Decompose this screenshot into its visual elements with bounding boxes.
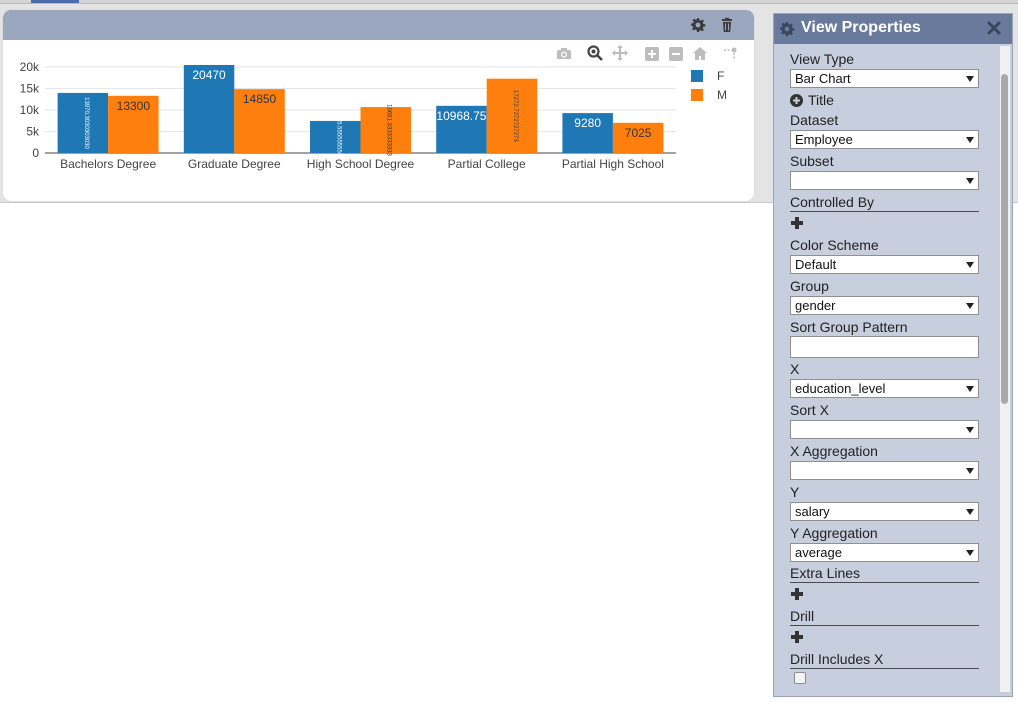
bar-value-label: 7025 <box>625 126 652 140</box>
legend-label[interactable]: M <box>717 88 727 102</box>
extra-lines-divider <box>790 582 979 583</box>
y-tick-label: 15k <box>20 82 40 96</box>
y-tick-label: 0 <box>32 146 39 160</box>
chart-card-header <box>3 10 754 40</box>
controlled-by-divider <box>790 211 979 212</box>
bar[interactable] <box>57 92 109 153</box>
x-tick-label: Partial High School <box>562 157 664 171</box>
gear-icon[interactable] <box>690 17 706 33</box>
close-icon[interactable] <box>986 20 1002 36</box>
chevron-down-icon <box>966 178 974 184</box>
x-tick-label: Graduate Degree <box>188 157 281 171</box>
bar-value-label: 13300 <box>117 99 151 113</box>
legend: FM <box>691 69 727 102</box>
add-extra-line-icon[interactable] <box>790 587 804 601</box>
add-drill-icon[interactable] <box>790 630 804 644</box>
bar-value-label: 10681.3333333333 <box>386 104 392 156</box>
bar-value-label: 7455.55555555556 <box>335 111 341 163</box>
chevron-down-icon <box>966 76 974 82</box>
y-value: salary <box>795 504 830 519</box>
dataset-label: Dataset <box>790 112 839 128</box>
bar-value-label: 10968.75 <box>436 109 486 123</box>
chevron-down-icon <box>966 468 974 474</box>
bar[interactable] <box>486 78 538 153</box>
chevron-down-icon <box>966 303 974 309</box>
view-type-value: Bar Chart <box>795 71 851 86</box>
x-aggregation-label: X Aggregation <box>790 443 878 459</box>
sort-group-input[interactable] <box>790 336 979 358</box>
sort-x-select[interactable] <box>790 420 979 439</box>
bar-value-label: 9280 <box>574 116 601 130</box>
sort-x-label: Sort X <box>790 402 829 418</box>
view-type-select[interactable]: Bar Chart <box>790 69 979 88</box>
trash-icon[interactable] <box>719 17 735 33</box>
dataset-value: Employee <box>795 132 853 147</box>
chart-card: 0 5k 10k 15k 20k 13970.3030303030 13300 20470 1… <box>3 10 754 201</box>
x-value: education_level <box>795 381 886 396</box>
y-aggregation-label: Y Aggregation <box>790 525 878 541</box>
drill-includes-x-divider <box>790 668 979 669</box>
top-toolbar-strip <box>0 0 1018 4</box>
drill-includes-x-label: Drill Includes X <box>790 651 884 667</box>
x-tick-label: Partial College <box>448 157 526 171</box>
bar-value-label: 13970.3030303030 <box>83 97 89 149</box>
drill-label: Drill <box>790 608 815 624</box>
y-tick-label: 10k <box>20 103 40 117</box>
view-properties-panel: View Properties View Type Bar Chart Titl… <box>773 13 1013 697</box>
y-label: Y <box>790 484 800 500</box>
extra-lines-label: Extra Lines <box>790 565 861 581</box>
chevron-down-icon <box>966 262 974 268</box>
legend-label[interactable]: F <box>717 69 724 83</box>
controlled-by-label: Controlled By <box>790 194 875 210</box>
drill-divider <box>790 625 979 626</box>
chevron-down-icon <box>966 137 974 143</box>
panel-title: View Properties <box>801 19 921 36</box>
chevron-down-icon <box>966 550 974 556</box>
bar[interactable] <box>360 107 411 153</box>
bar-value-label: 14850 <box>243 92 277 106</box>
x-axis-ticks: Bachelors Degree Graduate Degree High Scho… <box>60 157 664 171</box>
bar-chart: 05k10k15k20k 13970.3030303030 13300204701… <box>20 60 727 171</box>
chevron-down-icon <box>966 509 974 515</box>
x-tick-label: Bachelors Degree <box>60 157 156 171</box>
legend-swatch[interactable] <box>691 70 703 82</box>
x-aggregation-select[interactable] <box>790 461 979 480</box>
sort-group-label: Sort Group Pattern <box>790 319 908 335</box>
y-aggregation-select[interactable]: average <box>790 543 979 562</box>
panel-header[interactable]: View Properties <box>774 14 1012 44</box>
gear-icon <box>780 22 795 36</box>
y-select[interactable]: salary <box>790 502 979 521</box>
chevron-down-icon <box>966 427 974 433</box>
x-tick-label: High School Degree <box>307 157 415 171</box>
view-type-label: View Type <box>790 51 855 67</box>
bars: 13970.3030303030 13300 20470 14850 7455.5555… <box>57 64 664 163</box>
chevron-down-icon <box>966 386 974 392</box>
bar-value-label: 17272.7272727273 <box>512 90 518 142</box>
y-axis-ticks: 0 5k 10k 15k 20k <box>20 60 40 160</box>
color-scheme-value: Default <box>795 257 837 272</box>
color-scheme-select[interactable]: Default <box>790 255 979 274</box>
circle-plus-icon <box>790 94 803 107</box>
group-select[interactable]: gender <box>790 296 979 315</box>
y-tick-label: 5k <box>26 125 40 139</box>
x-select[interactable]: education_level <box>790 379 979 398</box>
dataset-select[interactable]: Employee <box>790 130 979 149</box>
scrollbar-thumb[interactable] <box>1001 74 1008 404</box>
title-label: Title <box>808 92 834 108</box>
drill-includes-x-checkbox[interactable] <box>794 672 806 684</box>
bar-value-label: 20470 <box>192 68 226 82</box>
group-label: Group <box>790 278 829 294</box>
add-controlled-by-icon[interactable] <box>790 216 804 230</box>
y-tick-label: 20k <box>20 60 40 74</box>
bar[interactable] <box>310 120 361 153</box>
legend-swatch[interactable] <box>691 89 703 101</box>
color-scheme-label: Color Scheme <box>790 237 879 253</box>
y-aggregation-value: average <box>795 545 842 560</box>
x-label: X <box>790 361 800 377</box>
active-tab-marker[interactable] <box>31 0 79 3</box>
subset-select[interactable] <box>790 171 979 190</box>
subset-label: Subset <box>790 153 834 169</box>
group-value: gender <box>795 298 836 313</box>
